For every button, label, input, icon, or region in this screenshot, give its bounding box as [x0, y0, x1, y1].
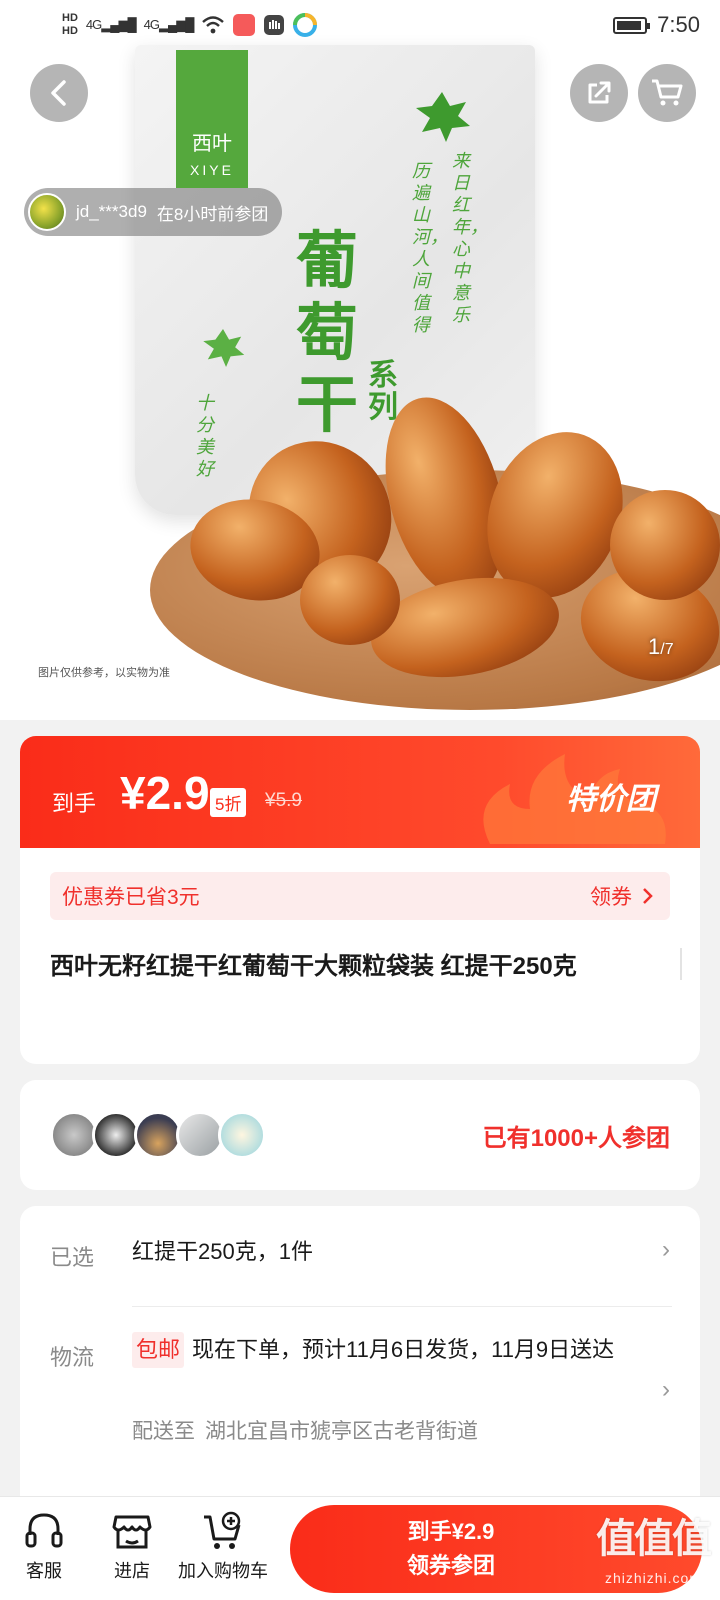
- product-info-card: 优惠券已省3元 领券 西叶无籽红提干红葡萄干大颗粒袋装 红提干250克: [20, 848, 700, 1064]
- avatar: [176, 1111, 224, 1159]
- ship-to-label: 配送至: [132, 1420, 195, 1443]
- clock: 7:50: [657, 12, 700, 37]
- hand-app-icon: [264, 15, 285, 35]
- avatar: [92, 1111, 140, 1159]
- raisin-image: [300, 555, 400, 645]
- mail-app-icon: [233, 14, 256, 36]
- participant-action: 在8小时前参团: [156, 204, 269, 224]
- chevron-right-icon[interactable]: ›: [662, 1236, 670, 1264]
- grape-leaf-icon: [203, 329, 245, 367]
- ship-to-row[interactable]: 配送至 湖北宜昌市猇亭区古老背街道: [132, 1414, 478, 1450]
- coupon-saved-text: 优惠券已省3元: [62, 886, 200, 909]
- ship-to-address: 湖北宜昌市猇亭区古老背街道: [205, 1420, 478, 1443]
- wifi-icon: [202, 16, 225, 34]
- selected-label: 已选: [50, 1245, 95, 1270]
- chevron-right-icon[interactable]: ›: [662, 1376, 670, 1404]
- service-label: 客服: [26, 1561, 62, 1581]
- cart-icon: [652, 79, 683, 106]
- add-cart-label: 加入购物车: [178, 1561, 268, 1581]
- battery-icon: [613, 16, 651, 34]
- bag-poem-text: 十分美好: [196, 393, 214, 479]
- signal-icon: 4G▂▄▆█: [143, 17, 195, 32]
- free-shipping-badge: 包邮: [132, 1332, 185, 1368]
- price-label: 到手: [52, 791, 97, 816]
- store-button[interactable]: 进店: [110, 1509, 154, 1583]
- share-button[interactable]: [570, 64, 628, 122]
- participant-avatars: [50, 1111, 266, 1159]
- cta-price: 到手¥2.9: [407, 1519, 495, 1544]
- bag-title-char: 干: [296, 368, 359, 441]
- store-label: 进店: [114, 1561, 150, 1581]
- store-icon: [112, 1515, 152, 1549]
- special-group-badge: 特价团: [566, 783, 656, 816]
- avatar: [134, 1111, 182, 1159]
- image-counter: 1/7: [648, 634, 674, 659]
- divider: [132, 1306, 672, 1307]
- bag-poem-text: 历遍山河，人间值得: [412, 161, 448, 335]
- delivery-estimate: 现在下单，预计11月6日发货，11月9日送达: [192, 1337, 615, 1362]
- get-coupon-link[interactable]: 领券: [590, 881, 632, 911]
- final-price: ¥2.9: [120, 767, 210, 819]
- avatar: [50, 1111, 98, 1159]
- group-count: 已有1000+人参团: [482, 1125, 670, 1152]
- raisin-image: [610, 490, 720, 600]
- selected-spec[interactable]: 红提干250克，1件: [132, 1234, 313, 1270]
- status-bar: HD HD 4G▂▄▆█ 4G▂▄▆█ 7:50: [0, 0, 720, 50]
- logistics-info[interactable]: 包邮 现在下单，预计11月6日发货，11月9日送达: [132, 1332, 632, 1368]
- order-details-card: 已选 红提干250克，1件 › 物流 包邮 现在下单，预计11月6日发货，11月9…: [20, 1206, 700, 1506]
- bag-poem-text: 来日红年，心中意乐: [452, 151, 488, 325]
- back-button[interactable]: [30, 64, 88, 122]
- price-banner: 到手 ¥2.9 5折 ¥5.9 特价团: [20, 736, 700, 848]
- headset-icon: [25, 1513, 63, 1548]
- coupon-bar[interactable]: 优惠券已省3元 领券: [50, 872, 670, 920]
- cart-button[interactable]: [638, 64, 696, 122]
- add-cart-icon: [204, 1511, 241, 1549]
- app-colorful-icon: [293, 13, 318, 37]
- add-to-cart-button[interactable]: 加入购物车: [178, 1509, 268, 1583]
- customer-service-button[interactable]: 客服: [22, 1509, 66, 1583]
- watermark-logo: 值值值: [596, 1517, 712, 1561]
- avatar: [28, 193, 66, 231]
- original-price: ¥5.9: [265, 790, 302, 811]
- cta-action: 领券参团: [406, 1553, 495, 1578]
- brand-name-cn: 西叶: [192, 133, 232, 155]
- chevron-right-icon: [643, 888, 653, 904]
- share-icon: [588, 81, 611, 104]
- chevron-left-icon: [51, 80, 66, 106]
- brand-name-en: XIYE: [190, 162, 234, 178]
- hd-indicator: HD HD: [62, 12, 78, 37]
- image-disclaimer: 图片仅供参考，以实物为准: [38, 667, 170, 679]
- participant-user: jd_***3d9: [76, 202, 147, 221]
- product-title: 西叶无籽红提干红葡萄干大颗粒袋装 红提干250克: [50, 953, 577, 980]
- divider: [680, 948, 682, 980]
- recent-participant-toast: jd_***3d9 在8小时前参团: [24, 188, 283, 236]
- grape-leaf-icon: [416, 92, 470, 142]
- brand-logo: 西叶 XIYE: [176, 50, 248, 188]
- signal-icon: 4G▂▄▆█: [85, 17, 137, 32]
- discount-badge: 5折: [210, 788, 247, 817]
- group-buy-card[interactable]: 已有1000+人参团: [20, 1080, 700, 1190]
- logistics-label: 物流: [50, 1345, 95, 1370]
- watermark-url: zhizhizhi.com: [604, 1570, 702, 1586]
- avatar: [218, 1111, 266, 1159]
